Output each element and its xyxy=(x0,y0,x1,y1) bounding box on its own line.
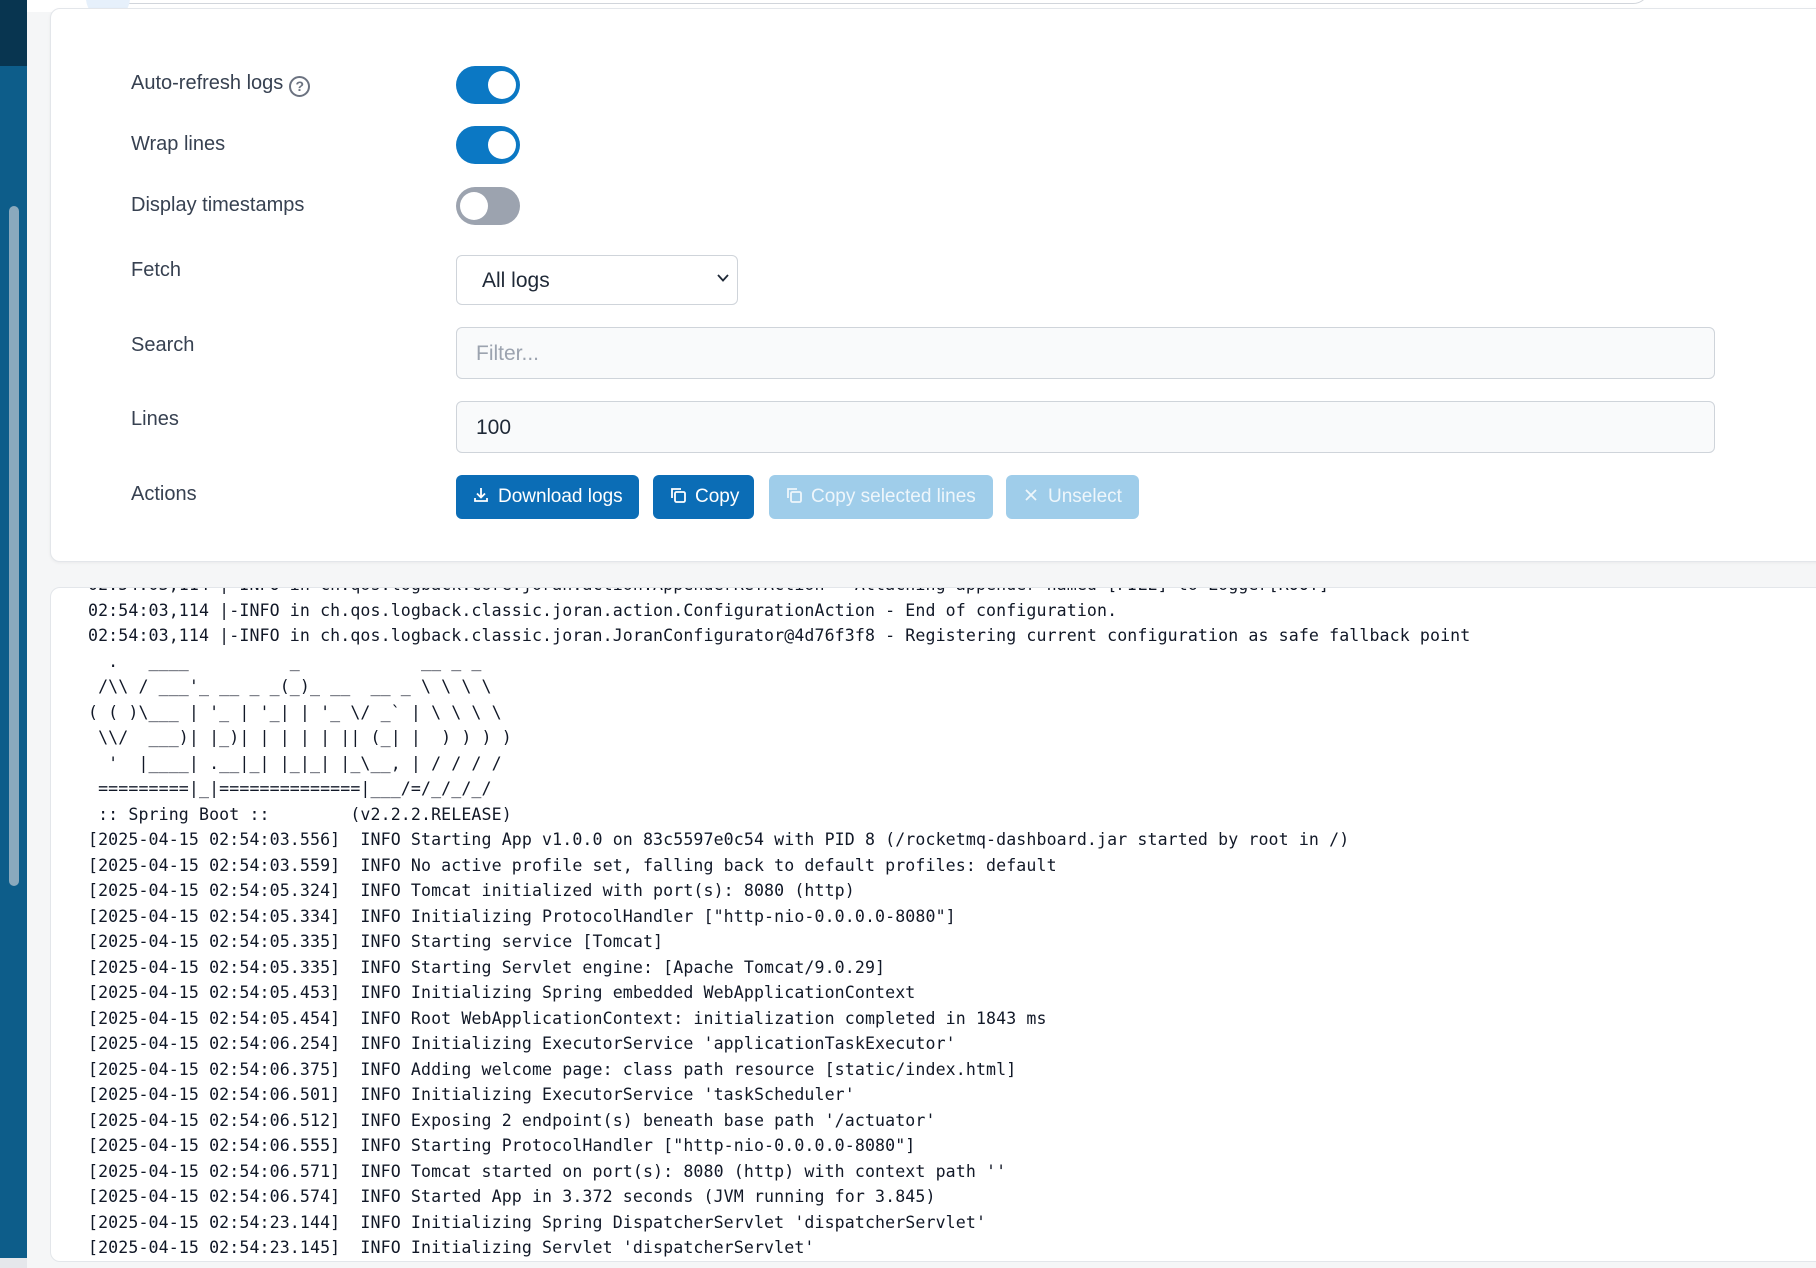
log-line[interactable]: [2025-04-15 02:54:06.574] INFO Started A… xyxy=(88,1187,936,1213)
help-circle-icon[interactable]: ? xyxy=(289,76,311,97)
sidebar-scrollbar-thumb[interactable] xyxy=(9,206,19,886)
actions-label: Actions xyxy=(131,483,197,505)
log-line[interactable]: [2025-04-15 02:54:23.144] INFO Initializ… xyxy=(88,1213,986,1239)
log-line[interactable]: [2025-04-15 02:54:05.335] INFO Starting … xyxy=(88,958,885,984)
lines-input[interactable]: 100 xyxy=(456,401,1715,453)
log-line[interactable]: [2025-04-15 02:54:06.571] INFO Tomcat st… xyxy=(88,1162,1006,1188)
sidebar-strip xyxy=(0,0,27,1268)
lines-label: Lines xyxy=(131,408,179,430)
unselect-label: Unselect xyxy=(1048,486,1122,507)
log-line[interactable]: =========|_|==============|___/=/_/_/_/ xyxy=(88,779,492,805)
wrap-lines-toggle[interactable] xyxy=(456,126,520,164)
search-input[interactable]: Filter... xyxy=(456,327,1715,379)
download-logs-label: Download logs xyxy=(498,486,623,507)
log-line[interactable]: /\\ / ___'_ __ _ _(_)_ __ __ _ \ \ \ \ xyxy=(88,677,492,703)
log-line[interactable]: [2025-04-15 02:54:06.512] INFO Exposing … xyxy=(88,1111,936,1137)
toggle-knob xyxy=(488,71,516,99)
log-line[interactable]: [2025-04-15 02:54:03.559] INFO No active… xyxy=(88,856,1057,882)
log-line[interactable]: [2025-04-15 02:54:05.334] INFO Initializ… xyxy=(88,907,956,933)
toggle-knob xyxy=(488,131,516,159)
copy-button[interactable]: Copy xyxy=(653,475,754,519)
sidebar-footer xyxy=(0,1258,27,1268)
fetch-select-value: All logs xyxy=(482,269,550,292)
log-line[interactable]: 02:54:03,114 |-INFO in ch.qos.logback.cl… xyxy=(88,601,1117,627)
log-line[interactable]: [2025-04-15 02:54:06.254] INFO Initializ… xyxy=(88,1034,956,1060)
log-settings-card: Auto-refresh logs? Wrap lines Display ti… xyxy=(50,8,1816,562)
log-output[interactable]: 02:54:03,114 |-INFO in ch.qos.logback.co… xyxy=(88,588,1788,1261)
log-line[interactable]: [2025-04-15 02:54:05.324] INFO Tomcat in… xyxy=(88,881,855,907)
log-line[interactable]: . ____ _ __ _ _ xyxy=(88,652,482,678)
log-line[interactable]: [2025-04-15 02:54:06.555] INFO Starting … xyxy=(88,1136,915,1162)
unselect-button[interactable]: Unselect xyxy=(1006,475,1139,519)
toggle-knob xyxy=(460,192,488,220)
copy-label: Copy xyxy=(695,486,740,507)
search-label: Search xyxy=(131,334,195,356)
copy-selected-lines-label: Copy selected lines xyxy=(811,486,976,507)
log-line[interactable]: [2025-04-15 02:54:05.454] INFO Root WebA… xyxy=(88,1009,1047,1035)
copy-icon xyxy=(671,488,686,503)
download-logs-button[interactable]: Download logs xyxy=(456,475,639,519)
copy-selected-lines-button[interactable]: Copy selected lines xyxy=(769,475,993,519)
close-icon xyxy=(1025,489,1037,501)
log-line[interactable]: [2025-04-15 02:54:05.453] INFO Initializ… xyxy=(88,983,915,1009)
copy-icon xyxy=(787,488,802,503)
display-timestamps-toggle[interactable] xyxy=(456,187,520,225)
log-line[interactable]: [2025-04-15 02:54:06.375] INFO Adding we… xyxy=(88,1060,1016,1086)
log-line[interactable]: [2025-04-15 02:54:03.556] INFO Starting … xyxy=(88,830,1349,856)
download-icon xyxy=(474,488,488,502)
wrap-lines-label: Wrap lines xyxy=(131,133,226,155)
auto-refresh-row-label: Auto-refresh logs? xyxy=(131,72,311,97)
top-search-bar[interactable] xyxy=(80,0,1650,4)
log-line[interactable]: ( ( )\___ | '_ | '_| | '_ \/ _` | \ \ \ … xyxy=(88,703,502,729)
log-line[interactable]: ' |____| .__|_| |_|_| |_\__, | / / / / xyxy=(88,754,502,780)
chevron-down-icon xyxy=(717,274,729,282)
log-line[interactable]: [2025-04-15 02:54:06.501] INFO Initializ… xyxy=(88,1085,855,1111)
auto-refresh-toggle[interactable] xyxy=(456,66,520,104)
log-line[interactable]: 02:54:03,114 |-INFO in ch.qos.logback.co… xyxy=(88,588,1329,601)
log-line[interactable]: [2025-04-15 02:54:23.145] INFO Initializ… xyxy=(88,1238,815,1261)
sidebar-header-block xyxy=(0,0,27,66)
fetch-label: Fetch xyxy=(131,259,182,281)
auto-refresh-label: Auto-refresh logs xyxy=(131,72,284,94)
log-line[interactable]: \\/ ___)| |_)| | | | | || (_| | ) ) ) ) xyxy=(88,728,512,754)
log-line[interactable]: [2025-04-15 02:54:05.335] INFO Starting … xyxy=(88,932,663,958)
log-line[interactable]: 02:54:03,114 |-INFO in ch.qos.logback.cl… xyxy=(88,626,1470,652)
fetch-select[interactable]: All logs xyxy=(456,255,738,305)
log-line[interactable]: :: Spring Boot :: (v2.2.2.RELEASE) xyxy=(88,805,512,831)
display-timestamps-label: Display timestamps xyxy=(131,194,305,216)
log-output-card: 02:54:03,114 |-INFO in ch.qos.logback.co… xyxy=(50,587,1816,1262)
